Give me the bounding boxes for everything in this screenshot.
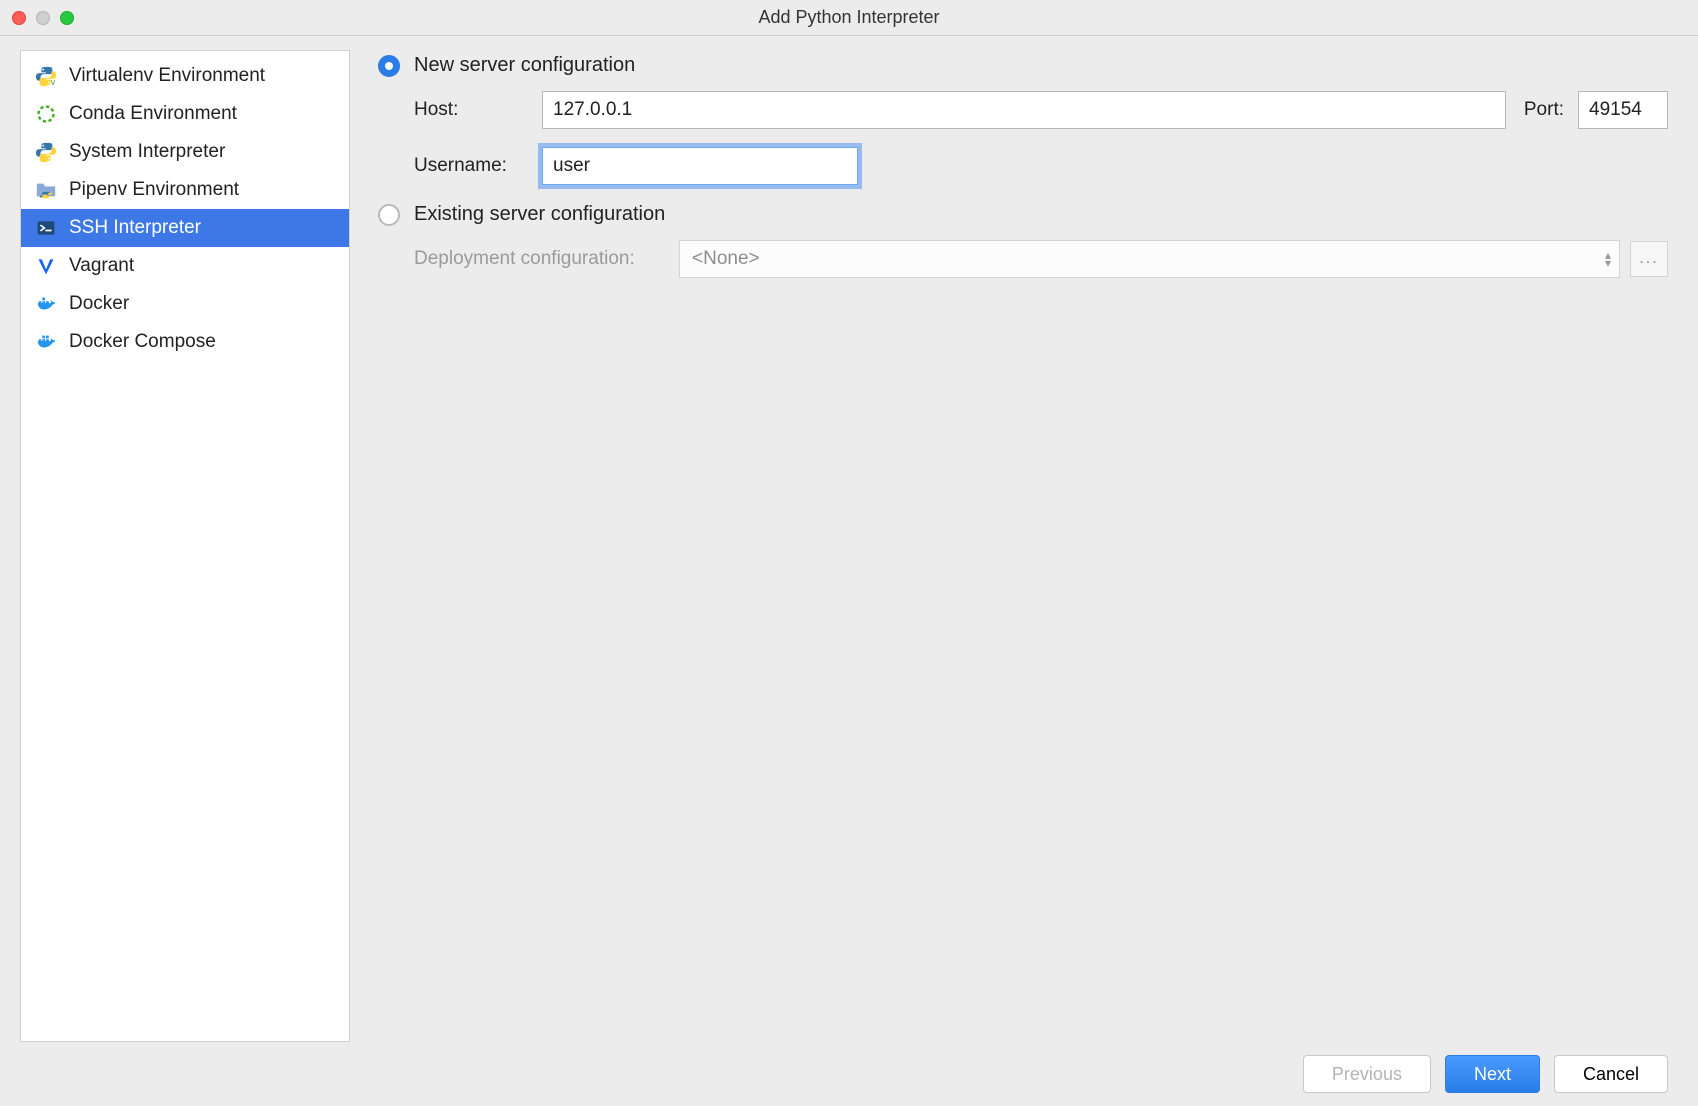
sidebar-item-label: Docker Compose bbox=[69, 331, 216, 353]
docker-icon bbox=[35, 293, 57, 315]
python-icon bbox=[35, 141, 57, 163]
sidebar-item-label: System Interpreter bbox=[69, 141, 225, 163]
sidebar-item-label: SSH Interpreter bbox=[69, 217, 201, 239]
radio-existing-server-label: Existing server configuration bbox=[414, 203, 665, 226]
sidebar-item-vagrant[interactable]: Vagrant bbox=[21, 247, 349, 285]
terminal-icon bbox=[35, 217, 57, 239]
previous-button: Previous bbox=[1303, 1055, 1431, 1093]
minimize-window-button bbox=[36, 11, 50, 25]
sidebar-item-conda[interactable]: Conda Environment bbox=[21, 95, 349, 133]
sidebar-item-label: Vagrant bbox=[69, 255, 134, 277]
sidebar-item-label: Pipenv Environment bbox=[69, 179, 239, 201]
username-input[interactable] bbox=[542, 147, 858, 185]
cancel-button[interactable]: Cancel bbox=[1554, 1055, 1668, 1093]
close-window-button[interactable] bbox=[12, 11, 26, 25]
deployment-config-select: <None> ▴▾ bbox=[679, 240, 1620, 278]
sidebar-item-label: Docker bbox=[69, 293, 129, 315]
radio-existing-server[interactable] bbox=[378, 204, 400, 226]
sidebar-item-system[interactable]: System Interpreter bbox=[21, 133, 349, 171]
dialog-footer: Previous Next Cancel bbox=[0, 1042, 1698, 1106]
deployment-config-label: Deployment configuration: bbox=[414, 248, 679, 270]
zoom-window-button[interactable] bbox=[60, 11, 74, 25]
titlebar: Add Python Interpreter bbox=[0, 0, 1698, 36]
window-title: Add Python Interpreter bbox=[12, 7, 1686, 28]
sidebar-item-virtualenv[interactable]: v Virtualenv Environment bbox=[21, 57, 349, 95]
browse-button: ... bbox=[1630, 241, 1668, 277]
port-input[interactable] bbox=[1578, 91, 1668, 129]
svg-text:v: v bbox=[51, 77, 56, 87]
sidebar-item-label: Conda Environment bbox=[69, 103, 237, 125]
interpreter-type-sidebar: v Virtualenv Environment Conda Environme… bbox=[20, 50, 350, 1042]
sidebar-item-pipenv[interactable]: Pipenv Environment bbox=[21, 171, 349, 209]
host-label: Host: bbox=[414, 99, 542, 121]
sidebar-item-docker[interactable]: Docker bbox=[21, 285, 349, 323]
docker-compose-icon bbox=[35, 331, 57, 353]
sidebar-item-ssh[interactable]: SSH Interpreter bbox=[21, 209, 349, 247]
conda-icon bbox=[35, 103, 57, 125]
chevron-up-down-icon: ▴▾ bbox=[1605, 251, 1611, 267]
sidebar-item-docker-compose[interactable]: Docker Compose bbox=[21, 323, 349, 361]
main-panel: New server configuration Host: Port: Use… bbox=[350, 36, 1698, 1042]
traffic-lights bbox=[12, 11, 74, 25]
radio-new-server[interactable] bbox=[378, 55, 400, 77]
host-input[interactable] bbox=[542, 91, 1506, 129]
next-button[interactable]: Next bbox=[1445, 1055, 1540, 1093]
vagrant-icon bbox=[35, 255, 57, 277]
port-label: Port: bbox=[1524, 99, 1564, 121]
username-label: Username: bbox=[414, 155, 542, 177]
folder-python-icon bbox=[35, 179, 57, 201]
deployment-config-value: <None> bbox=[692, 248, 760, 270]
sidebar-item-label: Virtualenv Environment bbox=[69, 65, 265, 87]
radio-new-server-label: New server configuration bbox=[414, 54, 635, 77]
python-icon: v bbox=[35, 65, 57, 87]
